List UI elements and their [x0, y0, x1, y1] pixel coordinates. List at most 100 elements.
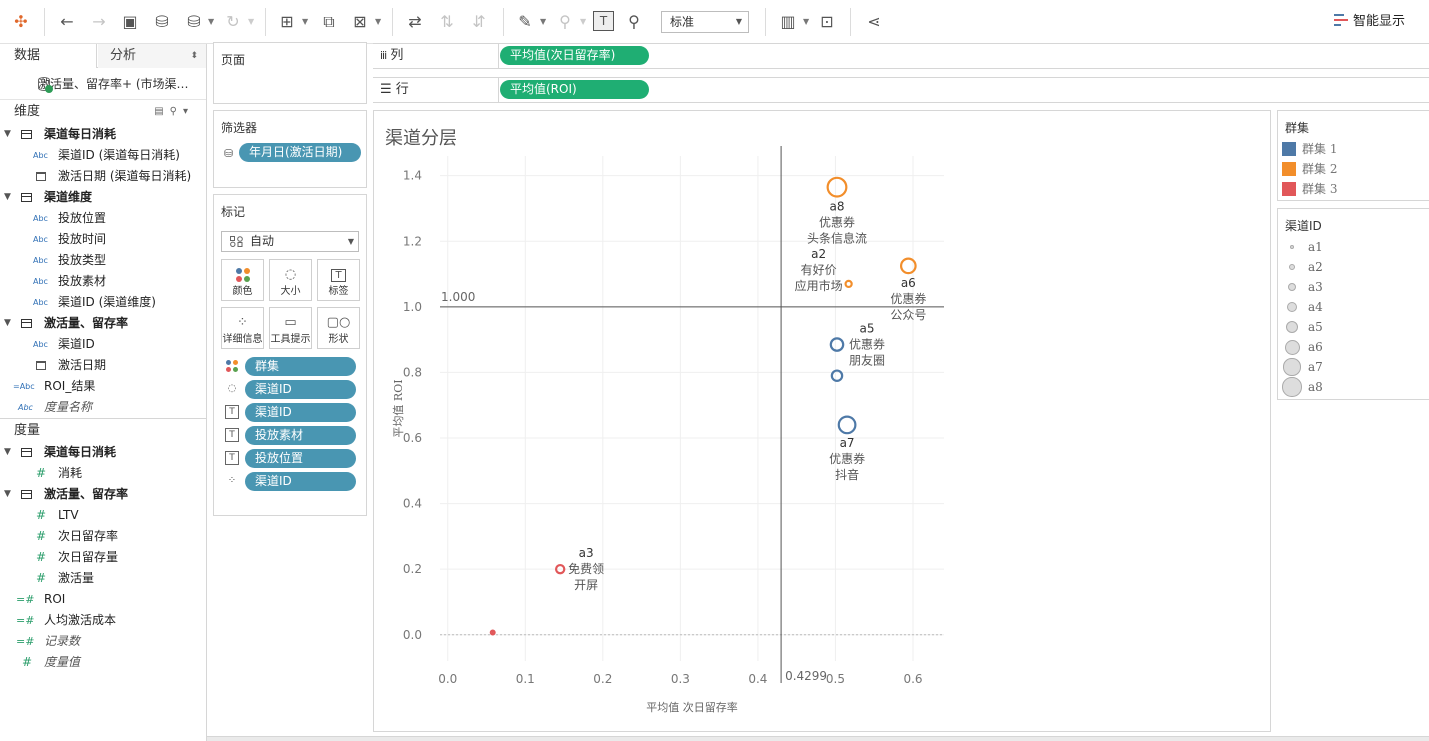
chevron-down-icon[interactable]: ▼: [803, 11, 811, 33]
color-button[interactable]: 颜色: [221, 259, 264, 301]
size-legend-item[interactable]: a4: [1278, 297, 1429, 317]
chevron-down-icon[interactable]: ▼: [540, 11, 548, 33]
size-legend-item[interactable]: a7: [1278, 357, 1429, 377]
data-point-a2[interactable]: [844, 279, 853, 289]
calculated-measure-field[interactable]: =# ROI: [0, 589, 206, 610]
filters-shelf[interactable]: 筛选器 ⛁ 年月日(激活日期): [213, 110, 367, 188]
measure-field[interactable]: # 消耗: [0, 463, 206, 484]
label-button[interactable]: T 标签: [317, 259, 360, 301]
filter-pill-date[interactable]: 年月日(激活日期): [239, 143, 361, 162]
measure-field[interactable]: # LTV: [0, 505, 206, 526]
show-mark-labels-icon[interactable]: T: [593, 11, 614, 31]
field-folder[interactable]: ▼ 渠道每日消耗: [0, 442, 206, 463]
size-legend-item[interactable]: a6: [1278, 337, 1429, 357]
color-icon[interactable]: [225, 359, 239, 373]
columns-shelf[interactable]: iii 列 平均值(次日留存率): [373, 43, 1429, 69]
dimension-field[interactable]: Abc 渠道ID (渠道每日消耗): [0, 145, 206, 166]
field-folder[interactable]: ▼ 激活量、留存率: [0, 313, 206, 334]
x-axis-title[interactable]: 平均值 次日留存率: [646, 700, 738, 714]
redo-icon[interactable]: →: [88, 11, 110, 33]
new-datasource-icon[interactable]: ⛁: [151, 11, 173, 33]
measure-field[interactable]: # 次日留存量: [0, 547, 206, 568]
dimension-field[interactable]: Abc 投放素材: [0, 271, 206, 292]
pause-updates-icon[interactable]: ⛁: [183, 11, 205, 33]
data-point-a8[interactable]: [826, 176, 848, 198]
date-field[interactable]: 激活日期 (渠道每日消耗): [0, 166, 206, 187]
marks-field-pill[interactable]: 渠道ID: [245, 403, 356, 422]
rows-shelf[interactable]: ☰ 行 平均值(ROI): [373, 77, 1429, 103]
measure-field[interactable]: # 度量值: [0, 652, 206, 673]
field-folder[interactable]: ▼ 渠道维度: [0, 187, 206, 208]
size-legend-item[interactable]: a8: [1278, 377, 1429, 397]
undo-icon[interactable]: ←: [56, 11, 78, 33]
show-me-button[interactable]: 智能显示: [1334, 12, 1405, 32]
new-worksheet-icon[interactable]: ⊞: [276, 11, 298, 33]
chevron-down-icon[interactable]: ▼: [375, 11, 383, 33]
marks-field-pill[interactable]: 渠道ID: [245, 380, 356, 399]
mark-type-select[interactable]: 自动 ▼: [221, 231, 359, 252]
calculated-measure-field[interactable]: =# 人均激活成本: [0, 610, 206, 631]
marks-field-pill[interactable]: 群集: [245, 357, 356, 376]
size-legend-item[interactable]: a1: [1278, 237, 1429, 257]
dimension-field[interactable]: Abc 度量名称: [0, 397, 206, 418]
field-folder[interactable]: ▼ 激活量、留存率: [0, 484, 206, 505]
rows-pill[interactable]: 平均值(ROI): [500, 80, 649, 99]
presentation-mode-icon[interactable]: ⊡: [816, 11, 838, 33]
size-legend-item[interactable]: a2: [1278, 257, 1429, 277]
cluster-legend-item[interactable]: 群集 2: [1278, 159, 1429, 179]
pages-shelf[interactable]: 页面: [213, 42, 367, 104]
detail-button[interactable]: ⁘ 详细信息: [221, 307, 264, 349]
dimension-field[interactable]: Abc 渠道ID (渠道维度): [0, 292, 206, 313]
data-source[interactable]: 激活量、留存率+ (市场渠…: [0, 68, 206, 100]
columns-pill[interactable]: 平均值(次日留存率): [500, 46, 649, 65]
marks-field-pill[interactable]: 投放素材: [245, 426, 356, 445]
tableau-logo-icon[interactable]: ✣: [10, 11, 32, 33]
size-button[interactable]: ◌ 大小: [269, 259, 312, 301]
chevron-down-icon[interactable]: ▼: [580, 11, 588, 33]
data-point-a7[interactable]: [837, 415, 857, 435]
view-search-menu-icons[interactable]: ▤⚲▾: [154, 100, 194, 124]
dimension-field[interactable]: Abc 投放类型: [0, 250, 206, 271]
chevron-down-icon[interactable]: ▼: [302, 11, 310, 33]
show-cards-icon[interactable]: ▥: [777, 11, 799, 33]
sort-descending-icon[interactable]: ⇵: [468, 11, 490, 33]
group-members-icon[interactable]: ⚲: [554, 11, 576, 33]
sort-ascending-icon[interactable]: ⇅: [436, 11, 458, 33]
y-axis-title[interactable]: 平均值 ROI: [392, 379, 405, 437]
size-legend-item[interactable]: a3: [1278, 277, 1429, 297]
label-icon[interactable]: T: [225, 451, 239, 465]
cluster-legend-item[interactable]: 群集 1: [1278, 139, 1429, 159]
fit-mode-select[interactable]: 标准 ▼: [661, 11, 749, 33]
size-legend-item[interactable]: a5: [1278, 317, 1429, 337]
marks-field-pill[interactable]: 投放位置: [245, 449, 356, 468]
highlight-icon[interactable]: ✎: [514, 11, 536, 33]
fix-axes-icon[interactable]: ⚲: [623, 11, 645, 33]
clear-sheet-icon[interactable]: ⊠: [349, 11, 371, 33]
chevron-down-icon[interactable]: ▼: [208, 11, 216, 33]
chevron-down-icon[interactable]: ▼: [248, 11, 256, 33]
label-icon[interactable]: T: [225, 428, 239, 442]
data-point-a5[interactable]: [829, 337, 845, 352]
cluster-legend-item[interactable]: 群集 3: [1278, 179, 1429, 199]
marks-field-pill[interactable]: 渠道ID: [245, 472, 356, 491]
tooltip-button[interactable]: ▭ 工具提示: [269, 307, 312, 349]
tab-analysis[interactable]: 分析 ⬍: [98, 44, 206, 68]
calculated-dimension-field[interactable]: =Abc ROI_结果: [0, 376, 206, 397]
scatter-chart[interactable]: 0.0 0.1 0.2 0.3 0.4 0.5 0.6 0.0 0.2 0.4 0.6 0.8 1.0 1…: [374, 111, 1270, 731]
label-icon[interactable]: T: [225, 405, 239, 419]
swap-axes-icon[interactable]: ⇄: [404, 11, 426, 33]
measure-field[interactable]: # 次日留存率: [0, 526, 206, 547]
date-field[interactable]: 激活日期: [0, 355, 206, 376]
share-icon[interactable]: ⋖: [863, 11, 885, 33]
dimension-field[interactable]: Abc 渠道ID: [0, 334, 206, 355]
tab-data[interactable]: 数据: [0, 44, 97, 68]
detail-icon[interactable]: ⁘: [225, 474, 239, 488]
save-icon[interactable]: ▣: [119, 11, 141, 33]
refresh-icon[interactable]: ↻: [222, 11, 244, 33]
size-icon[interactable]: ◌: [225, 382, 239, 396]
measure-field[interactable]: # 激活量: [0, 568, 206, 589]
duplicate-sheet-icon[interactable]: ⧉: [318, 11, 340, 33]
dimension-field[interactable]: Abc 投放位置: [0, 208, 206, 229]
field-folder[interactable]: ▼ 渠道每日消耗: [0, 124, 206, 145]
dimension-field[interactable]: Abc 投放时间: [0, 229, 206, 250]
